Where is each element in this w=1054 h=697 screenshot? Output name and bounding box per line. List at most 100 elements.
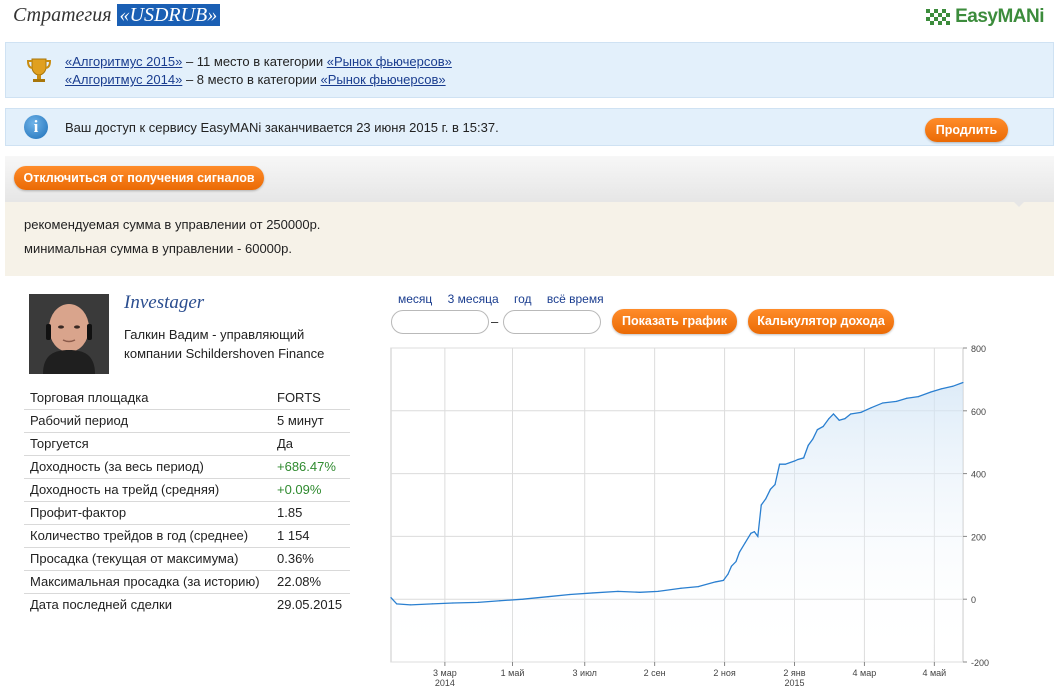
equity-chart: -200 0 200 400 600 800 3 мар2014 1 май 3 июл 2 се… [390, 344, 989, 688]
data-point [431, 603, 433, 605]
stat-label: Количество трейдов в год (среднее) [24, 524, 277, 548]
stats-row: Доходность (за весь период) +686.47% [24, 455, 350, 479]
data-point [760, 504, 762, 506]
trader-description: Галкин Вадим - управляющий компании Schi… [124, 327, 325, 361]
award-link-2014[interactable]: «Алгоритмус 2014» [65, 72, 182, 87]
x-tick-year: 2014 [435, 678, 455, 688]
data-point [753, 531, 755, 533]
period-year[interactable]: год [514, 292, 532, 306]
award-line-2014: «Алгоритмус 2014» – 8 место в категории … [65, 72, 446, 87]
award-category-link[interactable]: «Рынок фьючерсов» [327, 54, 452, 69]
data-point [409, 604, 412, 606]
y-tick-label: 600 [971, 407, 986, 417]
x-tick-label: 2 сен [644, 668, 666, 678]
data-point [778, 463, 781, 465]
stats-row: Торгуется Да [24, 432, 350, 456]
access-notice: i Ваш доступ к сервису EasyMANi заканчив… [5, 108, 1054, 146]
stat-label: Рабочий период [24, 409, 277, 433]
stats-row: Рабочий период 5 минут [24, 409, 350, 433]
data-point [828, 418, 830, 420]
data-point [807, 444, 809, 446]
data-point [744, 542, 746, 544]
stat-value: 0.36% [277, 547, 350, 571]
data-point [714, 581, 717, 583]
trophy-icon [26, 58, 52, 82]
data-point [895, 400, 898, 402]
data-point [499, 600, 501, 602]
stats-row: Дата последней сделки 29.05.2015 [24, 593, 350, 616]
data-point [452, 602, 454, 604]
award-category-link[interactable]: «Рынок фьючерсов» [320, 72, 445, 87]
data-point [812, 438, 814, 440]
trader-name[interactable]: Investager [124, 292, 204, 314]
period-3-months[interactable]: 3 месяца [448, 292, 499, 306]
extend-button[interactable]: Продлить [925, 118, 1008, 142]
data-point [784, 463, 786, 465]
page-header: Стратегия «USDRUB» EasyMANi [0, 0, 1054, 36]
y-tick-label: -200 [971, 658, 989, 668]
data-point [870, 407, 872, 409]
data-point [738, 551, 741, 553]
data-point [477, 601, 479, 603]
minimum-amount: минимальная сумма в управлении - 60000р. [24, 241, 292, 256]
easymani-logo[interactable]: EasyMANi [926, 6, 1044, 28]
data-point [735, 560, 737, 563]
logo-checker-icon [926, 9, 951, 25]
y-tick-label: 0 [971, 595, 976, 605]
strategy-title: Стратегия «USDRUB» [13, 4, 221, 27]
stat-value: 1 154 [277, 524, 350, 548]
data-point [680, 587, 682, 589]
data-point [617, 590, 619, 592]
data-point [917, 396, 919, 398]
data-point [906, 397, 908, 399]
trader-avatar [29, 294, 109, 374]
data-point [844, 418, 846, 420]
data-point [930, 391, 932, 393]
stat-label: Доходность (за весь период) [24, 455, 277, 479]
award-link-2015[interactable]: «Алгоритмус 2015» [65, 54, 182, 69]
y-tick-label: 800 [971, 344, 986, 354]
stat-label: Торгуется [24, 432, 277, 456]
stat-label: Дата последней сделки [30, 597, 172, 613]
period-selector: месяц 3 месяца год всё время [398, 292, 616, 306]
data-point [850, 413, 852, 415]
date-range-dash: – [491, 314, 499, 329]
period-all-time[interactable]: всё время [547, 292, 604, 306]
stat-value: 5 минут [277, 409, 350, 433]
award-text: – 11 место в категории [182, 54, 327, 69]
y-tick-label: 200 [971, 532, 986, 542]
data-point [774, 483, 776, 486]
logo-text: EasyMANi [955, 6, 1044, 27]
x-tick-label: 3 июл [573, 668, 597, 678]
avatar-image [29, 294, 109, 374]
stat-label: Максимальная просадка (за историю) [24, 570, 277, 594]
date-from-input[interactable] [391, 310, 489, 334]
recommended-amount: рекомендуемая сумма в управлении от 2500… [24, 217, 321, 232]
award-text: – 8 место в категории [182, 72, 321, 87]
show-chart-button[interactable]: Показать график [612, 309, 737, 334]
info-icon: i [24, 115, 48, 139]
period-month[interactable]: месяц [398, 292, 432, 306]
unsubscribe-signals-button[interactable]: Отключиться от получения сигналов [14, 166, 264, 190]
stat-value: 29.05.2015 [277, 597, 343, 613]
income-calculator-button[interactable]: Калькулятор дохода [748, 309, 894, 334]
stats-row: Просадка (текущая от максимума) 0.36% [24, 547, 350, 571]
stat-value: Да [277, 432, 350, 456]
access-message: Ваш доступ к сервису EasyMANi заканчивае… [65, 120, 499, 135]
stats-row: Количество трейдов в год (среднее) 1 154 [24, 524, 350, 548]
data-point [569, 593, 571, 596]
stats-row: Профит-фактор 1.85 [24, 501, 350, 525]
data-point [882, 402, 884, 404]
signals-bar: Отключиться от получения сигналов [5, 156, 1054, 202]
stat-value: 1.85 [277, 501, 350, 525]
x-tick-label: 4 мар [853, 668, 877, 678]
data-point [730, 565, 733, 567]
panel-notch [1012, 200, 1026, 207]
data-point [769, 488, 772, 490]
date-to-input[interactable] [503, 310, 601, 334]
stat-label: Просадка (текущая от максимума) [24, 547, 277, 571]
strategy-title-prefix: Стратегия [13, 4, 112, 26]
x-tick-label: 4 май [922, 668, 946, 678]
data-point [803, 457, 805, 459]
stats-row: Доходность на трейд (средняя) +0.09% [24, 478, 350, 502]
